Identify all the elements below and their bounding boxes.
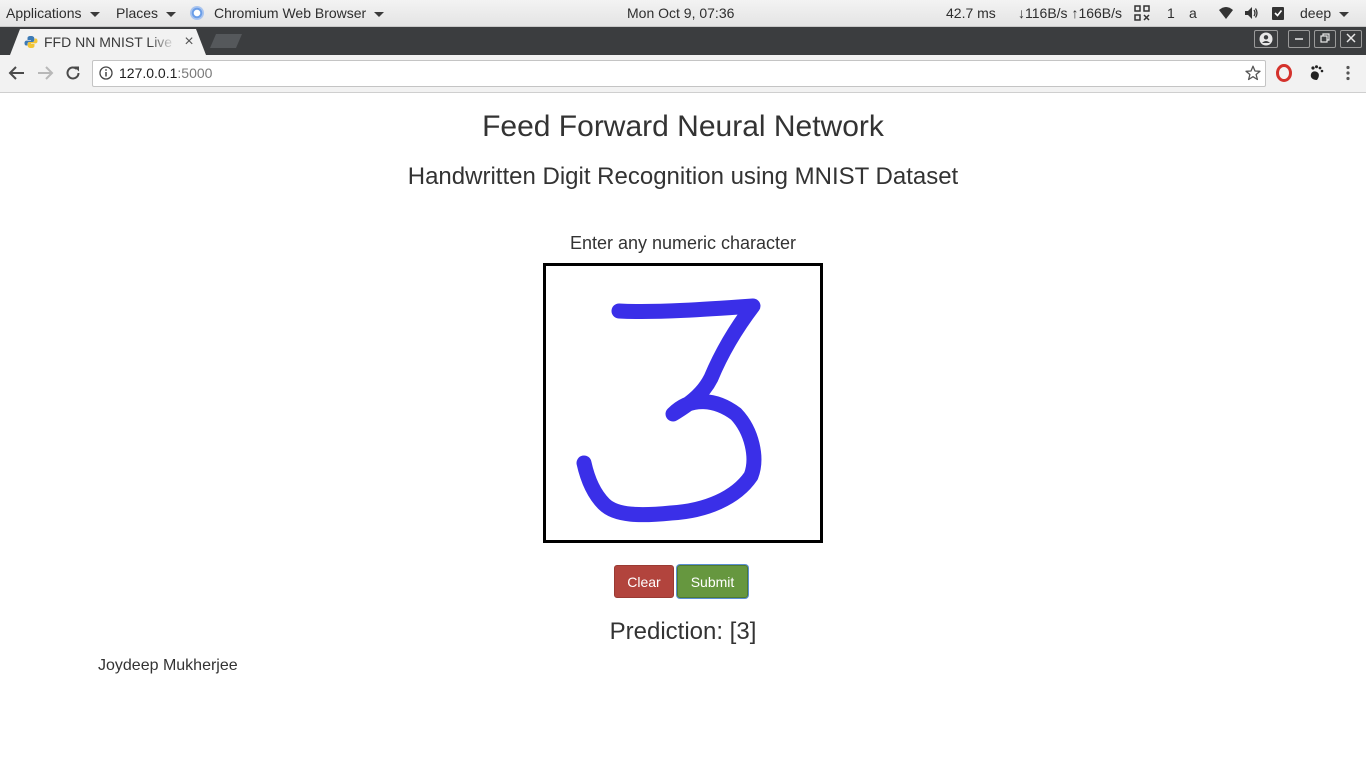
tab-close-icon[interactable]: × — [182, 29, 196, 55]
restore-button[interactable] — [1314, 30, 1336, 48]
chromium-icon — [190, 6, 204, 21]
opera-extension-icon[interactable] — [1275, 64, 1293, 82]
places-menu-label: Places — [116, 5, 159, 21]
clear-button[interactable]: Clear — [614, 565, 674, 598]
prediction-result: Prediction: [3] — [609, 618, 757, 645]
clock[interactable]: Mon Oct 9, 07:36 — [627, 0, 734, 26]
clipboard-check-icon[interactable] — [1270, 5, 1286, 21]
more-menu-icon[interactable] — [1339, 64, 1357, 82]
author-credit: Joydeep Mukherjee — [98, 657, 238, 674]
python-favicon-icon — [24, 35, 38, 49]
chevron-down-icon — [89, 11, 100, 17]
net-down-rate: ↓116B/s — [1018, 5, 1068, 21]
forward-arrow-icon[interactable] — [36, 64, 54, 82]
close-icon — [1346, 33, 1356, 43]
active-app-menu[interactable]: Chromium Web Browser — [190, 0, 385, 26]
page-title: Feed Forward Neural Network — [482, 110, 884, 143]
chevron-down-icon — [374, 11, 385, 17]
wifi-icon[interactable] — [1218, 5, 1234, 21]
drawing-canvas[interactable] — [543, 263, 823, 543]
workspace-indicator[interactable]: 1 — [1167, 0, 1175, 26]
chevron-down-icon — [166, 11, 177, 17]
volume-icon[interactable] — [1243, 5, 1259, 21]
minimize-icon — [1295, 38, 1303, 40]
net-up-rate: ↑166B/s — [1071, 5, 1123, 21]
latency-indicator: 42.7 ms — [946, 5, 996, 21]
system-top-panel: Applications Places Chromium Web Browser… — [0, 0, 1366, 27]
qr-code-icon[interactable] — [1134, 5, 1150, 21]
profile-icon — [1259, 32, 1273, 46]
applications-menu[interactable]: Applications — [6, 0, 100, 26]
url-text[interactable]: 127.0.0.1:5000 — [119, 61, 212, 86]
active-app-label: Chromium Web Browser — [214, 5, 367, 21]
handwritten-digit-stroke — [576, 298, 762, 523]
browser-toolbar: 127.0.0.1:5000 — [0, 55, 1366, 93]
applications-menu-label: Applications — [6, 5, 82, 21]
bookmark-star-icon[interactable] — [1245, 65, 1261, 81]
address-bar[interactable]: 127.0.0.1:5000 — [92, 60, 1266, 87]
back-arrow-icon[interactable] — [8, 64, 26, 82]
page-content: Feed Forward Neural Network Handwritten … — [0, 93, 1366, 768]
user-menu-label: deep — [1300, 5, 1332, 21]
minimize-button[interactable] — [1288, 30, 1310, 48]
restore-icon — [1320, 33, 1330, 43]
page-subtitle: Handwritten Digit Recognition using MNIS… — [407, 163, 959, 190]
profile-button[interactable] — [1254, 30, 1278, 48]
url-port: :5000 — [177, 65, 213, 81]
new-tab-button[interactable] — [210, 34, 242, 48]
reload-icon[interactable] — [64, 64, 82, 82]
chevron-down-icon — [1339, 11, 1350, 17]
info-icon[interactable] — [99, 66, 113, 80]
tab-title: FFD NN MNIST Live — [44, 34, 173, 50]
network-speed-indicator: ↓116B/s ↑166B/s — [1018, 0, 1122, 26]
places-menu[interactable]: Places — [116, 0, 177, 26]
keyboard-layout-indicator[interactable]: a — [1189, 0, 1197, 26]
browser-tab[interactable]: FFD NN MNIST Live × — [10, 29, 206, 55]
submit-button[interactable]: Submit — [677, 565, 748, 598]
close-window-button[interactable] — [1340, 30, 1362, 48]
browser-tab-strip: FFD NN MNIST Live × — [0, 27, 1366, 55]
url-host: 127.0.0.1 — [119, 65, 178, 81]
draw-prompt: Enter any numeric character — [569, 233, 797, 253]
user-menu[interactable]: deep — [1300, 0, 1350, 26]
gnome-extension-icon[interactable] — [1307, 64, 1325, 82]
